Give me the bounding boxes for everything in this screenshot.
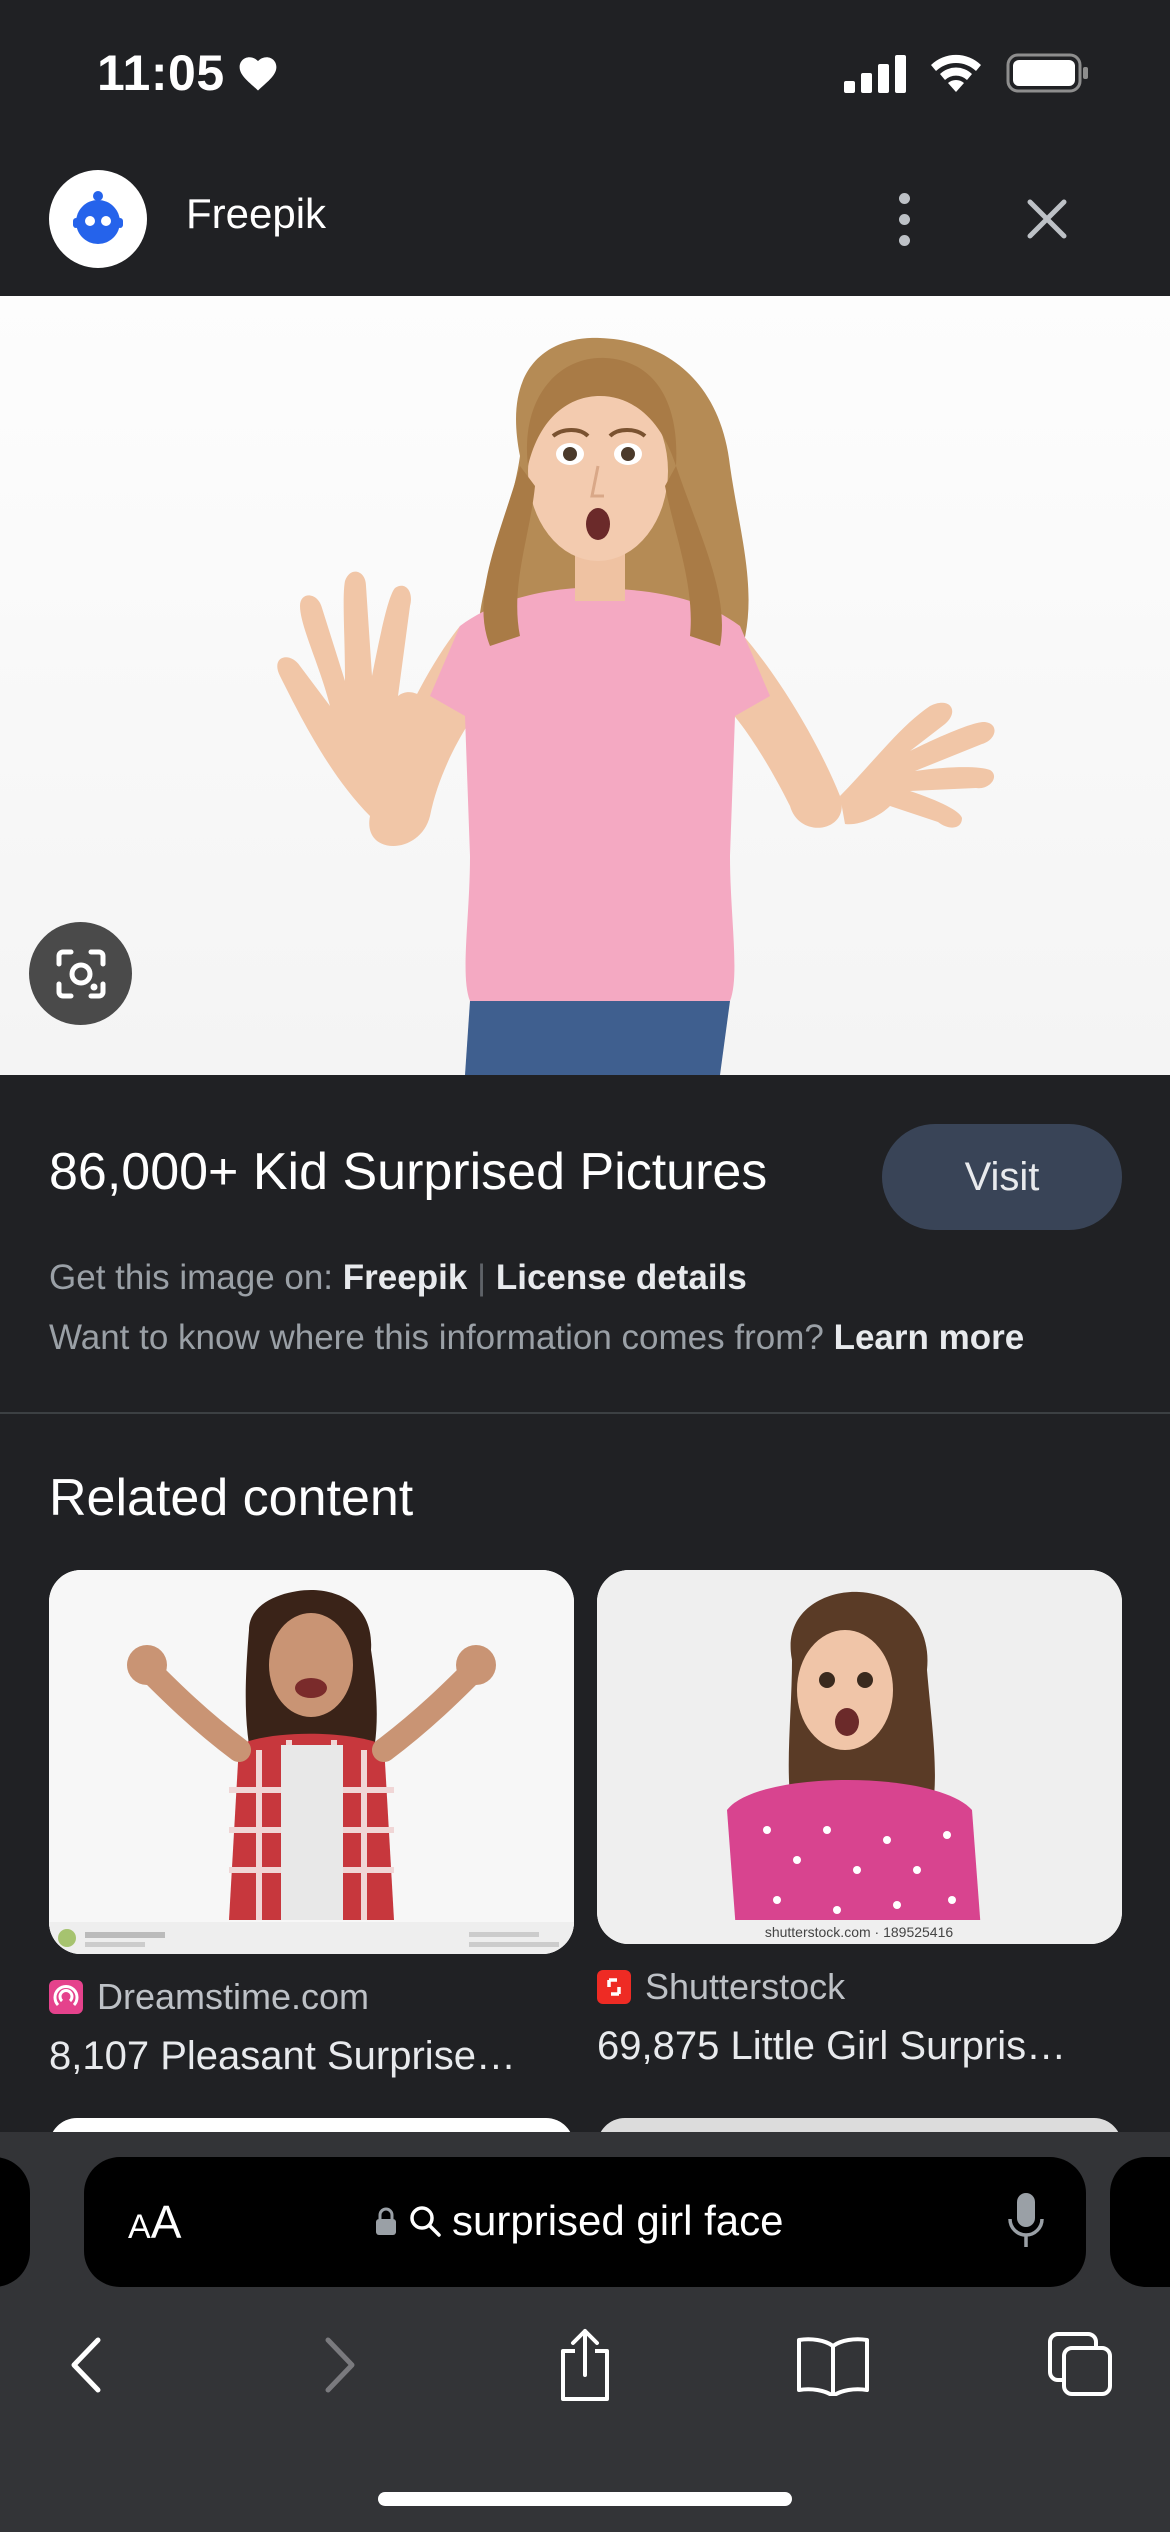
excited-girl-thumbnail (49, 1570, 574, 1954)
address-bar[interactable]: AA surprised girl face (84, 2157, 1086, 2287)
related-source[interactable]: Dreamstime.com (49, 1976, 369, 2018)
time-text: 11:05 (97, 45, 225, 101)
info-question: Want to know where this information come… (49, 1318, 824, 1357)
tabs-icon[interactable] (1036, 2320, 1126, 2410)
related-source-label: Shutterstock (645, 1966, 846, 2007)
search-query: surprised girl face (452, 2197, 784, 2244)
result-title[interactable]: 86,000+ Kid Surprised Pictures (49, 1142, 767, 1202)
site-avatar[interactable] (49, 170, 147, 268)
close-icon[interactable] (1016, 188, 1078, 250)
related-card-image[interactable] (49, 1570, 574, 1954)
aa-small: A (128, 2208, 151, 2246)
reader-options-button[interactable]: AA (128, 2195, 181, 2249)
source-prefix: Get this image on: (49, 1258, 334, 1297)
browser-nav (0, 2320, 1170, 2410)
mic-icon[interactable] (1006, 2191, 1046, 2251)
related-card-image[interactable]: shutterstock.com · 189525416 (597, 1570, 1122, 1944)
heart-icon (239, 57, 276, 91)
related-source[interactable]: Shutterstock (597, 1966, 845, 2008)
main-image[interactable] (0, 296, 1170, 1075)
search-icon (410, 2206, 441, 2237)
related-caption[interactable]: 8,107 Pleasant Surprise… (49, 2034, 574, 2079)
license-details-link[interactable]: License details (496, 1258, 747, 1297)
back-icon[interactable] (42, 2320, 132, 2410)
dreamstime-favicon-icon (49, 1980, 83, 2014)
source-line: Get this image on: Freepik | License det… (49, 1258, 747, 1298)
learn-more-link[interactable]: Learn more (834, 1318, 1025, 1357)
surprised-girl-thumbnail: shutterstock.com · 189525416 (597, 1570, 1122, 1944)
related-source-label: Dreamstime.com (97, 1976, 370, 2017)
more-vert-icon[interactable] (880, 184, 928, 254)
visit-button[interactable]: Visit (882, 1124, 1122, 1230)
divider (0, 1412, 1170, 1414)
battery-icon (1006, 53, 1088, 93)
status-time: 11:05 (97, 44, 279, 102)
surprised-girl-illustration (277, 337, 995, 1075)
bookmarks-icon[interactable] (788, 2320, 878, 2410)
next-tab-pill[interactable] (1110, 2157, 1170, 2287)
share-icon[interactable] (540, 2320, 630, 2410)
shutterstock-watermark: shutterstock.com · 189525416 (765, 1924, 954, 1940)
viewer-header (0, 150, 1170, 296)
lock-icon (376, 2207, 396, 2235)
signal-icon (844, 55, 906, 93)
site-name: Freepik (186, 190, 327, 237)
shutterstock-favicon-icon (597, 1970, 631, 2004)
source-link[interactable]: Freepik (343, 1258, 468, 1297)
address-field[interactable]: surprised girl face (374, 2197, 783, 2245)
previous-tab-pill[interactable] (0, 2157, 30, 2287)
home-indicator (378, 2492, 792, 2506)
separator: | (477, 1258, 487, 1297)
status-icons (844, 52, 1090, 94)
related-caption[interactable]: 69,875 Little Girl Surpris… (597, 2024, 1122, 2069)
aa-large: A (150, 2196, 182, 2248)
forward-icon[interactable] (294, 2320, 384, 2410)
wifi-icon (931, 54, 981, 92)
related-heading: Related content (49, 1469, 414, 1527)
lens-icon[interactable] (29, 922, 132, 1025)
info-line: Want to know where this information come… (49, 1318, 1024, 1358)
freepik-logo-icon (73, 191, 123, 244)
